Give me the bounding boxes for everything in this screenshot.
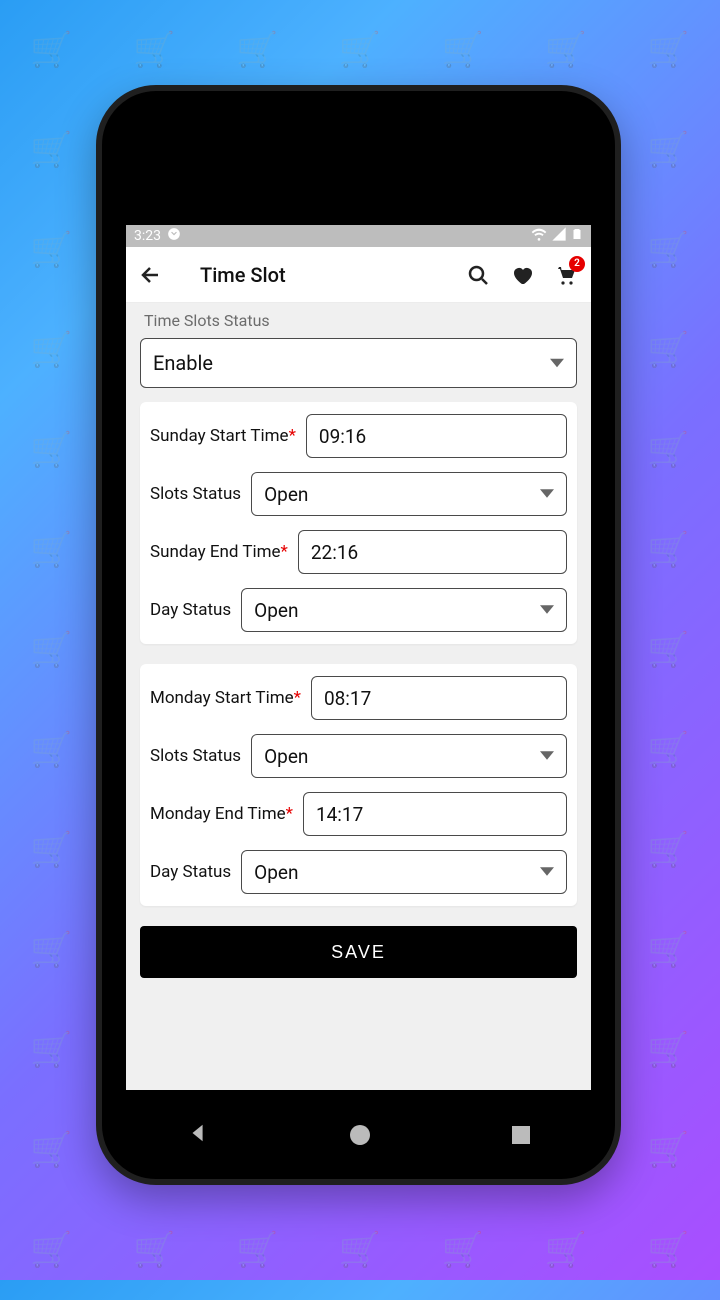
wifi-icon <box>531 226 547 246</box>
day-status-select[interactable]: Open <box>241 588 567 632</box>
chevron-down-icon <box>550 351 564 375</box>
slot-status-select[interactable]: Open <box>251 472 567 516</box>
section-subtitle: Time Slots Status <box>140 303 577 338</box>
start-time-input[interactable]: 08:17 <box>311 676 567 720</box>
status-bar: 3:23 <box>126 225 591 247</box>
cart-button[interactable]: 2 <box>553 262 579 288</box>
slot-status-label: Slots Status <box>150 484 241 504</box>
save-button[interactable]: SAVE <box>140 926 577 978</box>
signal-icon <box>551 226 567 246</box>
chevron-down-icon <box>540 861 554 884</box>
day-status-label: Day Status <box>150 600 231 620</box>
day-card: Monday Start Time* 08:17 Slots Status Op… <box>140 664 577 906</box>
status-time: 3:23 <box>134 228 161 244</box>
app-bar: Time Slot 2 <box>126 247 591 303</box>
cart-badge: 2 <box>569 256 585 272</box>
end-time-input[interactable]: 22:16 <box>298 530 567 574</box>
start-time-label: Monday Start Time* <box>150 688 301 708</box>
start-time-label: Sunday Start Time* <box>150 426 296 446</box>
phone-frame: 3:23 Time Slot <box>96 85 621 1185</box>
android-navbar <box>116 1105 601 1165</box>
end-time-label: Sunday End Time* <box>150 542 288 562</box>
nav-home-button[interactable] <box>350 1125 370 1145</box>
day-card: Sunday Start Time* 09:16 Slots Status Op… <box>140 402 577 644</box>
day-status-select[interactable]: Open <box>241 850 567 894</box>
enable-select-value: Enable <box>153 351 213 375</box>
back-button[interactable] <box>138 262 164 288</box>
end-time-input[interactable]: 14:17 <box>303 792 567 836</box>
search-button[interactable] <box>465 262 491 288</box>
battery-icon <box>571 226 583 246</box>
chevron-down-icon <box>540 483 554 506</box>
day-status-label: Day Status <box>150 862 231 882</box>
enable-select[interactable]: Enable <box>140 338 577 388</box>
slot-status-label: Slots Status <box>150 746 241 766</box>
chevron-down-icon <box>540 599 554 622</box>
nav-recent-button[interactable] <box>512 1126 530 1144</box>
app-screen: 3:23 Time Slot <box>126 225 591 1090</box>
content-area: Time Slots Status Enable Sunday Start Ti… <box>126 303 591 1090</box>
page-title: Time Slot <box>200 263 286 287</box>
chevron-down-icon <box>540 745 554 768</box>
slot-status-select[interactable]: Open <box>251 734 567 778</box>
end-time-label: Monday End Time* <box>150 804 293 824</box>
favorites-button[interactable] <box>509 262 535 288</box>
status-sync-icon <box>167 227 181 245</box>
nav-back-button[interactable] <box>187 1122 209 1148</box>
start-time-input[interactable]: 09:16 <box>306 414 567 458</box>
